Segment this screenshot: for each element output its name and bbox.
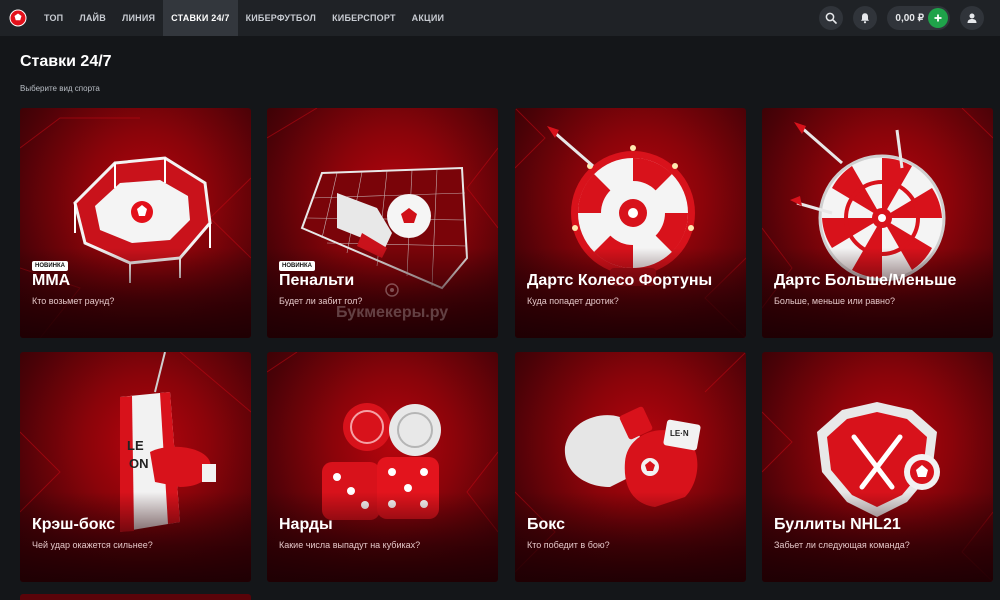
card-subtitle: Кто возьмет раунд?: [32, 296, 115, 306]
svg-text:LE: LE: [127, 438, 144, 453]
main-nav: ТОП ЛАЙВ ЛИНИЯ СТАВКИ 24/7 КИБЕРФУТБОЛ К…: [36, 0, 452, 36]
bell-icon: [861, 13, 870, 24]
card-title: Крэш-бокс: [32, 516, 116, 533]
search-icon: [826, 12, 838, 24]
card-shade: [515, 492, 746, 582]
nav-item-promotions[interactable]: АКЦИИ: [404, 0, 453, 36]
logo-icon[interactable]: [0, 0, 36, 36]
card-shade: [515, 248, 746, 338]
game-card-crash-box[interactable]: LE ON Крэш-бокс Чей удар окажется сильне…: [20, 352, 251, 582]
balance-widget[interactable]: 0,00 ₽: [887, 6, 950, 30]
svg-text:LE·N: LE·N: [670, 429, 689, 438]
game-card-darts-over-under[interactable]: Дартс Больше/Меньше Больше, меньше или р…: [762, 108, 993, 338]
card-subtitle: Больше, меньше или равно?: [774, 296, 896, 306]
svg-text:ON: ON: [129, 456, 149, 471]
game-card-boxing[interactable]: LE·N Бокс Кто победит в бою?: [515, 352, 746, 582]
card-shade: [267, 492, 498, 582]
new-badge: НОВИНКА: [279, 261, 315, 271]
card-shade: [762, 248, 993, 338]
profile-button[interactable]: [960, 6, 984, 30]
page-title: Ставки 24/7: [20, 53, 112, 70]
page-subtitle: Выберите вид спорта: [20, 84, 100, 93]
nav-item-bets-24-7[interactable]: СТАВКИ 24/7: [163, 0, 238, 36]
card-shade: [762, 492, 993, 582]
card-title: Дартс Больше/Меньше: [774, 272, 957, 289]
game-card-shootout-nhl21[interactable]: Буллиты NHL21 Забьет ли следующая команд…: [762, 352, 993, 582]
next-row-card-partial[interactable]: [20, 594, 251, 600]
card-title: Нарды: [279, 516, 333, 533]
user-icon: [967, 13, 977, 23]
balance-amount: 0,00 ₽: [895, 12, 924, 24]
card-subtitle: Какие числа выпадут на кубиках?: [279, 540, 421, 550]
top-navigation-bar: ТОП ЛАЙВ ЛИНИЯ СТАВКИ 24/7 КИБЕРФУТБОЛ К…: [0, 0, 1000, 36]
card-subtitle: Забьет ли следующая команда?: [774, 540, 910, 550]
card-title: Бокс: [527, 516, 565, 533]
card-title: Буллиты NHL21: [774, 516, 901, 533]
card-subtitle: Куда попадет дротик?: [527, 296, 619, 306]
game-card-mma[interactable]: НОВИНКА MMA Кто возьмет раунд?: [20, 108, 251, 338]
card-subtitle: Кто победит в бою?: [527, 540, 610, 550]
card-subtitle: Чей удар окажется сильнее?: [32, 540, 153, 550]
nav-item-line[interactable]: ЛИНИЯ: [114, 0, 163, 36]
search-button[interactable]: [819, 6, 844, 30]
notifications-button[interactable]: [853, 6, 878, 30]
card-title: Пенальти: [279, 272, 355, 289]
watermark-logo-icon: [385, 283, 399, 297]
header-actions: 0,00 ₽: [819, 0, 1000, 36]
game-card-darts-wheel[interactable]: Дартс Колесо Фортуны Куда попадет дротик…: [515, 108, 746, 338]
nav-item-cyberfootball[interactable]: КИБЕРФУТБОЛ: [238, 0, 325, 36]
nav-item-live[interactable]: ЛАЙВ: [71, 0, 114, 36]
card-title: Дартс Колесо Фортуны: [527, 272, 713, 289]
card-shade: [20, 492, 251, 582]
nav-item-cybersport[interactable]: КИБЕРСПОРТ: [324, 0, 404, 36]
card-title: MMA: [32, 272, 71, 289]
watermark-text: Букмекеры.ру: [336, 304, 449, 321]
nav-item-top[interactable]: ТОП: [36, 0, 71, 36]
plus-icon: [934, 14, 942, 22]
deposit-button[interactable]: [928, 8, 948, 28]
game-card-backgammon[interactable]: Нарды Какие числа выпадут на кубиках?: [267, 352, 498, 582]
new-badge: НОВИНКА: [32, 261, 68, 271]
